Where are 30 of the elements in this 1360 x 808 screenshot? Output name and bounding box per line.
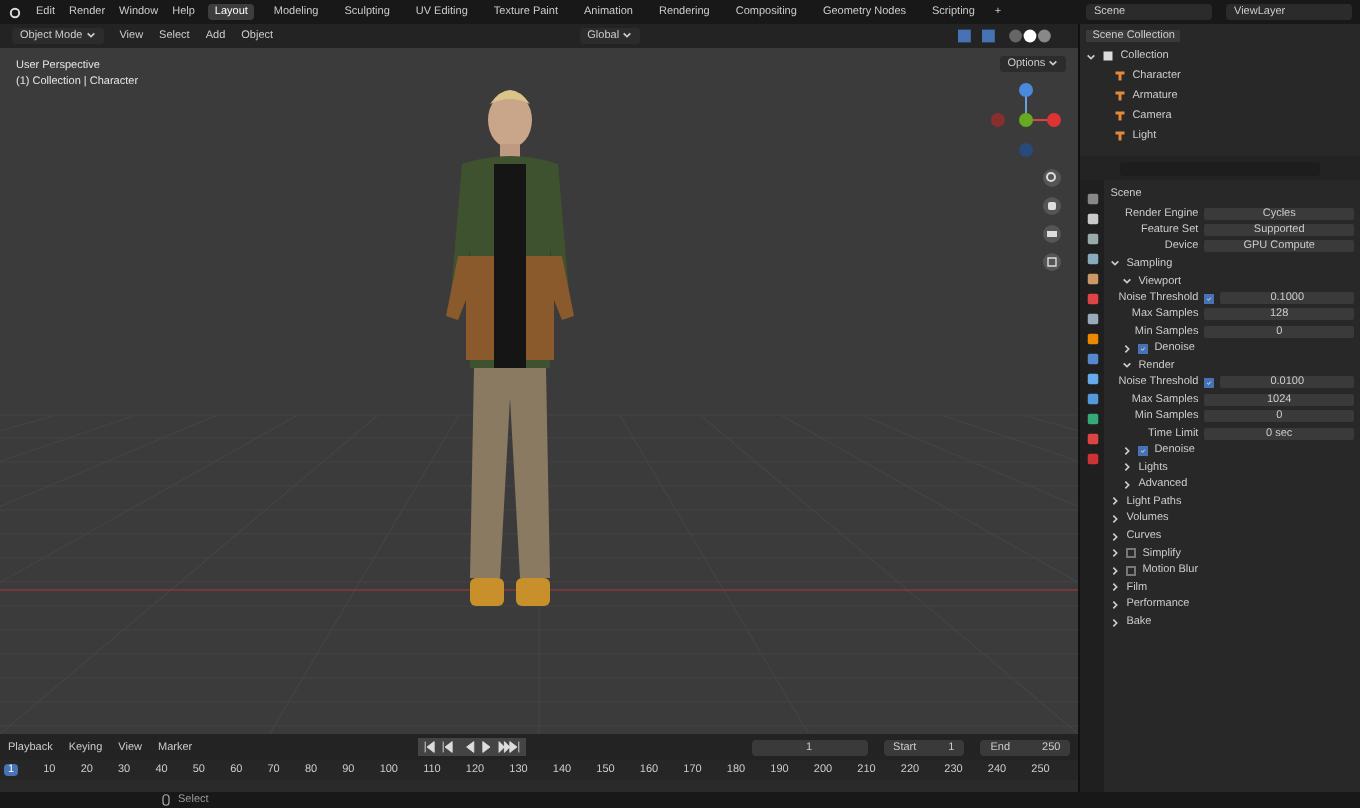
chevron-icon[interactable]: [1110, 513, 1121, 524]
panel-checkbox[interactable]: [1138, 445, 1149, 456]
chevron-icon[interactable]: [1122, 445, 1133, 456]
chevron-icon[interactable]: [1122, 276, 1133, 287]
chevron-icon[interactable]: [1122, 479, 1133, 490]
blender-logo-icon[interactable]: [8, 5, 22, 19]
mouse-icon: [160, 794, 172, 806]
threshold-checkbox[interactable]: [1204, 377, 1215, 388]
panel-checkbox[interactable]: [1126, 565, 1137, 576]
chevron-icon[interactable]: [1122, 360, 1133, 371]
chevron-icon[interactable]: [1086, 51, 1097, 61]
chevron-icon[interactable]: [1110, 565, 1121, 576]
caret-icon: [622, 30, 633, 41]
zoom-icon[interactable]: [1042, 168, 1063, 188]
chevron-icon[interactable]: [1110, 531, 1121, 542]
chevron-icon[interactable]: [1110, 617, 1121, 628]
chevron-icon[interactable]: [1110, 599, 1121, 610]
box-icon: [1102, 50, 1115, 62]
chevron-icon[interactable]: [1110, 496, 1121, 507]
caret-icon: [1048, 58, 1059, 69]
caret-icon: [85, 30, 96, 41]
chevron-icon[interactable]: [1110, 582, 1121, 593]
threshold-checkbox[interactable]: [1204, 293, 1215, 304]
panel-checkbox[interactable]: [1126, 548, 1137, 559]
chevron-icon[interactable]: [1110, 258, 1121, 269]
chevron-icon[interactable]: [1110, 548, 1121, 559]
axis-gizmo-icon[interactable]: [986, 80, 1067, 160]
chevron-icon[interactable]: [1122, 343, 1133, 354]
chevron-icon[interactable]: [1122, 462, 1133, 473]
panel-checkbox[interactable]: [1138, 343, 1149, 354]
